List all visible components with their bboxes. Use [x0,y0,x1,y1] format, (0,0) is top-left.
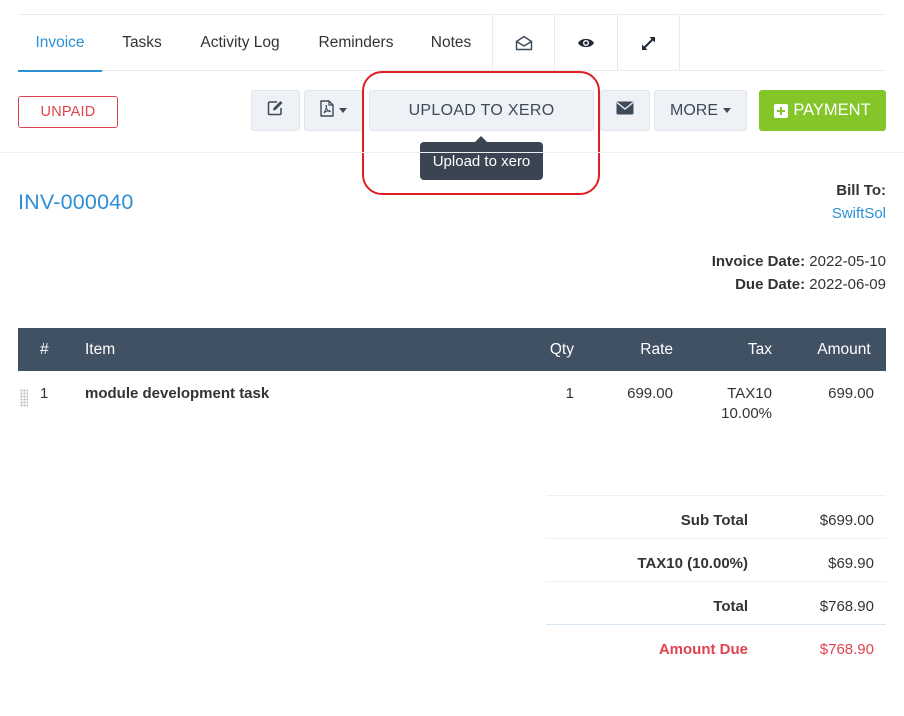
subtotal-row: Sub Total $699.00 [546,495,886,538]
row-amount: 699.00 [828,385,874,402]
more-label: MORE [670,101,718,119]
envelope-icon [616,101,634,120]
invoice-date-row: Invoice Date: 2022-05-10 [712,253,886,270]
chevron-down-icon [723,108,731,113]
row-rate: 699.00 [627,385,673,402]
total-row: Total $768.90 [546,581,886,624]
edit-button[interactable] [251,90,300,131]
total-label: Total [713,598,748,615]
edit-icon [267,100,284,121]
row-qty: 1 [565,385,574,402]
amount-due-value: $768.90 [819,641,874,658]
invoice-date-label: Invoice Date: [711,253,806,270]
row-tax-rate: 10.00% [721,405,772,422]
row-num: 1 [40,385,49,402]
pdf-dropdown-button[interactable] [304,90,363,131]
upload-tooltip: Upload to xero [420,136,543,180]
col-header-amount: Amount [817,341,871,358]
subtotal-value: $699.00 [819,512,874,529]
col-header-rate: Rate [640,341,673,358]
envelope-open-icon[interactable] [492,15,554,71]
bill-to-client-link[interactable]: SwiftSol [832,205,886,222]
payment-button[interactable]: PAYMENT [759,90,886,131]
table-header: # Item Qty Rate Tax Amount [18,328,886,371]
upload-to-xero-button[interactable]: UPLOAD TO XERO [369,90,594,131]
invoice-number[interactable]: INV-000040 [18,190,134,215]
tab-tasks[interactable]: Tasks [112,15,172,71]
bill-to-label: Bill To: [836,182,886,199]
amount-due-row: Amount Due $768.90 [546,624,886,667]
due-date-value: 2022-06-09 [809,276,886,293]
amount-due-label: Amount Due [658,641,748,658]
row-tax-name: TAX10 [727,385,772,402]
table-row: 1 module development task 1 699.00 TAX10… [18,371,886,441]
expand-icon[interactable] [617,15,680,71]
status-badge: UNPAID [18,96,118,128]
more-dropdown-button[interactable]: MORE [654,90,747,131]
due-date-row: Due Date: 2022-06-09 [735,276,886,293]
upload-to-xero-label: UPLOAD TO XERO [408,101,555,119]
send-email-button[interactable] [600,90,650,131]
tab-notes[interactable]: Notes [422,15,480,71]
col-header-item: Item [85,341,116,358]
plus-square-icon [774,103,789,118]
tax-label: TAX10 (10.00%) [637,555,748,572]
col-header-num: # [40,341,49,358]
invoice-date-value: 2022-05-10 [809,253,886,270]
tab-invoice[interactable]: Invoice [18,15,102,72]
subtotal-label: Sub Total [680,512,748,529]
col-header-tax: Tax [747,341,772,358]
payment-label: PAYMENT [793,101,871,119]
tax-value: $69.90 [828,555,874,572]
drag-handle-icon[interactable] [20,389,28,407]
tab-reminders[interactable]: Reminders [310,15,402,71]
tab-activity-log[interactable]: Activity Log [190,15,290,71]
row-tax: TAX10 10.00% [721,385,772,422]
invoice-tabs: Invoice Tasks Activity Log Reminders Not… [18,15,886,72]
file-pdf-icon [320,99,334,122]
total-value: $768.90 [819,598,874,615]
tax-row: TAX10 (10.00%) $69.90 [546,538,886,581]
eye-icon[interactable] [554,15,617,71]
chevron-down-icon [339,108,347,113]
due-date-label: Due Date: [735,276,806,293]
section-divider [0,152,904,153]
row-item: module development task [85,385,270,402]
col-header-qty: Qty [549,341,574,358]
items-table: # Item Qty Rate Tax Amount 1 module deve… [18,328,886,441]
totals-section: Sub Total $699.00 TAX10 (10.00%) $69.90 … [546,495,886,667]
